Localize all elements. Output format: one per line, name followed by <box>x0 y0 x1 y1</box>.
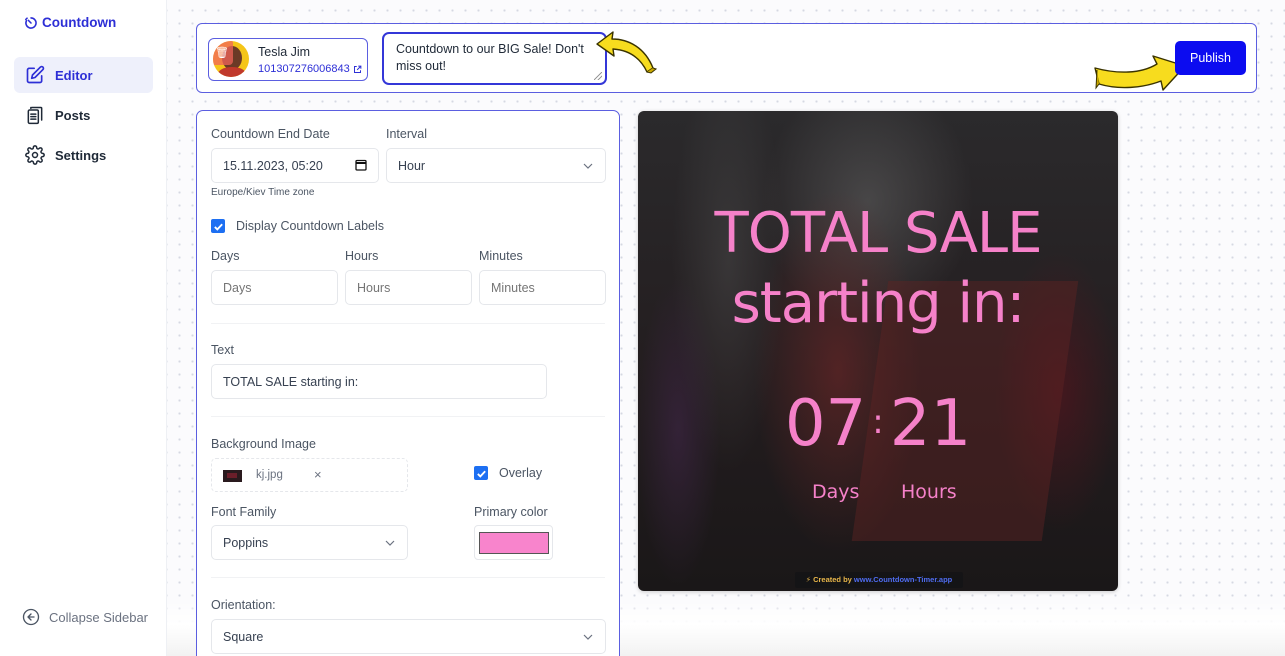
countdown-settings-panel: Countdown End Date 15.11.2023, 05:20 Eur… <box>196 110 620 656</box>
timer-hours: 21 <box>889 387 972 461</box>
countdown-preview: TOTAL SALE starting in: 07:21 Days Hours… <box>638 111 1118 591</box>
publish-button[interactable]: Publish <box>1175 41 1246 75</box>
chevron-down-icon <box>385 540 395 546</box>
interval-value: Hour <box>398 158 426 173</box>
edit-icon <box>26 65 45 84</box>
overlay-checkbox[interactable] <box>474 466 488 480</box>
external-link-icon <box>353 65 362 73</box>
hours-label-input[interactable] <box>345 270 472 305</box>
post-bar: 🗑 Tesla Jim 101307276006843 Countdown to… <box>196 23 1257 93</box>
sidebar-item-label: Posts <box>55 107 91 123</box>
timer-label-days: Days <box>812 481 860 503</box>
days-label: Days <box>211 249 240 263</box>
chevron-down-icon <box>583 634 593 640</box>
primary-color-picker[interactable] <box>474 525 553 560</box>
file-name: kj.jpg <box>256 469 283 481</box>
sidebar-item-label: Settings <box>55 147 107 163</box>
image-thumbnail <box>223 470 242 482</box>
text-label: Text <box>211 343 234 357</box>
minutes-label-input[interactable] <box>479 270 606 305</box>
timezone-note: Europe/Kiev Time zone <box>211 187 315 198</box>
credit-prefix: ⚡ Created by <box>805 575 854 584</box>
trash-icon[interactable]: 🗑 <box>213 41 233 65</box>
remove-file-icon[interactable]: × <box>314 467 322 482</box>
app-logo[interactable]: Countdown <box>24 15 116 30</box>
logo-text: Countdown <box>42 15 117 30</box>
primary-color-label: Primary color <box>474 505 548 519</box>
orientation-value: Square <box>223 629 264 644</box>
gear-icon <box>25 145 45 165</box>
arrow-left-circle-icon <box>22 608 40 626</box>
font-family-label: Font Family <box>211 505 277 519</box>
end-date-input[interactable]: 15.11.2023, 05:20 <box>211 148 379 183</box>
timer-icon <box>24 16 37 29</box>
countdown-text-input[interactable] <box>211 364 547 399</box>
clipboard-icon <box>27 106 43 125</box>
timer-label-hours: Hours <box>901 481 957 503</box>
font-family-select[interactable]: Poppins <box>211 525 408 560</box>
background-image-label: Background Image <box>211 437 316 451</box>
divider <box>211 577 605 578</box>
sidebar: Countdown Editor Posts Settings Collapse… <box>0 0 167 656</box>
credit-link[interactable]: www.Countdown-Timer.app <box>854 575 952 584</box>
checkmark-icon <box>213 223 223 231</box>
post-text-input[interactable]: Countdown to our BIG Sale! Don't miss ou… <box>382 32 607 85</box>
chevron-down-icon <box>583 163 593 169</box>
profile-id: 101307276006843 <box>258 63 350 75</box>
preview-title: TOTAL SALE starting in: <box>714 201 1043 336</box>
interval-select[interactable]: Hour <box>386 148 606 183</box>
calendar-icon[interactable] <box>355 159 367 171</box>
end-date-value: 15.11.2023, 05:20 <box>223 158 323 173</box>
credit-badge[interactable]: ⚡ Created by www.Countdown-Timer.app <box>795 572 963 588</box>
collapse-sidebar-button[interactable]: Collapse Sidebar <box>22 608 148 626</box>
color-swatch <box>479 532 549 554</box>
divider <box>211 416 605 417</box>
timer-separator: : <box>872 402 884 442</box>
overlay-label: Overlay <box>499 466 543 480</box>
timer-days: 07 <box>784 387 867 461</box>
countdown-timer: 07:21 <box>638 387 1118 461</box>
hours-label: Hours <box>345 249 379 263</box>
background-image-upload[interactable]: kj.jpg × <box>211 458 408 492</box>
checkmark-icon <box>476 470 486 478</box>
profile-card[interactable]: 🗑 Tesla Jim 101307276006843 <box>208 38 368 81</box>
end-date-label: Countdown End Date <box>211 127 330 141</box>
font-family-value: Poppins <box>223 535 269 550</box>
minutes-label: Minutes <box>479 249 523 263</box>
sidebar-item-posts[interactable]: Posts <box>14 97 153 133</box>
display-labels-checkbox[interactable] <box>211 219 225 233</box>
curved-arrow-icon <box>596 31 657 74</box>
orientation-label: Orientation: <box>211 598 276 612</box>
display-labels-label: Display Countdown Labels <box>236 219 385 233</box>
days-label-input[interactable] <box>211 270 338 305</box>
sidebar-item-editor[interactable]: Editor <box>14 57 153 93</box>
collapse-sidebar-label: Collapse Sidebar <box>49 609 149 625</box>
interval-label: Interval <box>386 127 427 141</box>
divider <box>211 323 605 324</box>
orientation-select[interactable]: Square <box>211 619 606 654</box>
profile-id-link[interactable]: 101307276006843 <box>258 63 362 75</box>
profile-name: Tesla Jim <box>258 45 311 59</box>
sidebar-item-label: Editor <box>55 67 93 83</box>
sidebar-item-settings[interactable]: Settings <box>14 137 153 173</box>
avatar: 🗑 <box>213 41 249 77</box>
